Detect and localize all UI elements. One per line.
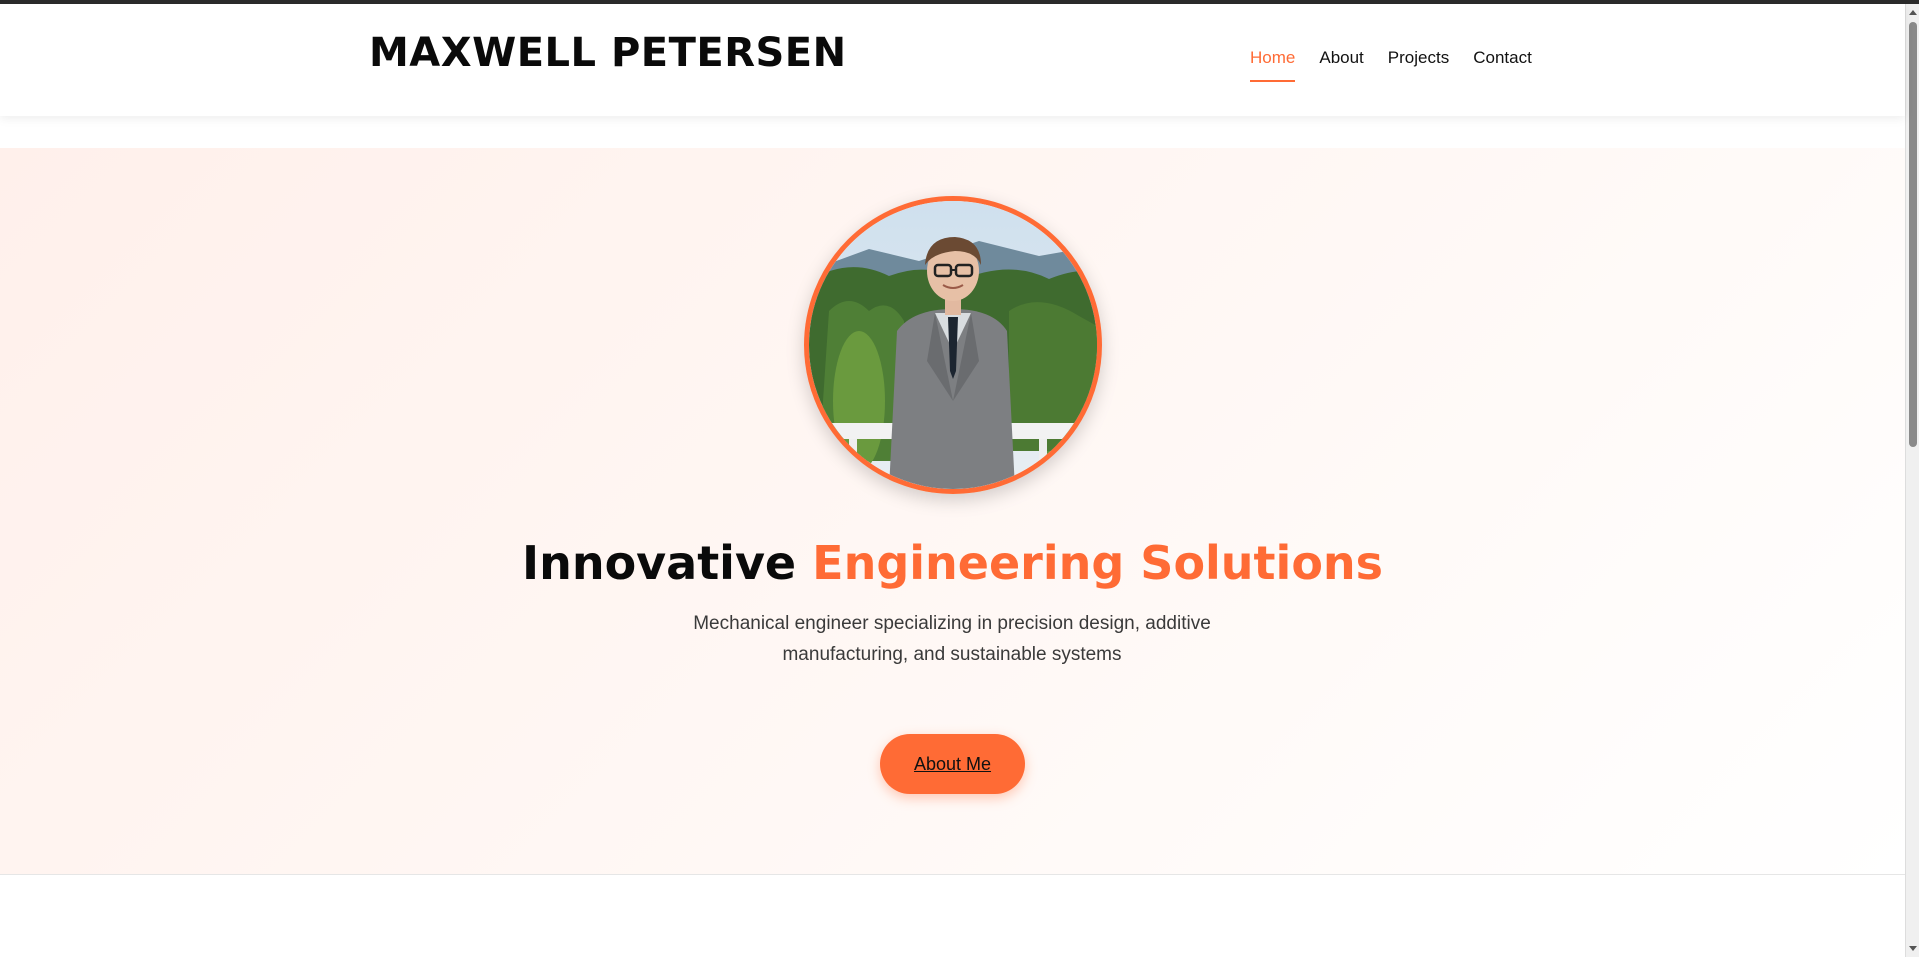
- site-brand[interactable]: MAXWELL PETERSEN: [369, 30, 847, 76]
- hero-title: Innovative Engineering Solutions: [0, 536, 1905, 590]
- scroll-up-icon[interactable]: [1909, 10, 1917, 15]
- nav-home[interactable]: Home: [1250, 48, 1296, 82]
- nav-about[interactable]: About: [1319, 48, 1363, 82]
- hero-section: Innovative Engineering Solutions Mechani…: [0, 148, 1905, 875]
- hero-title-plain: Innovative: [521, 536, 797, 590]
- nav-projects[interactable]: Projects: [1388, 48, 1449, 82]
- nav-contact[interactable]: Contact: [1473, 48, 1532, 82]
- vertical-scrollbar[interactable]: [1905, 4, 1919, 957]
- scroll-down-icon[interactable]: [1909, 946, 1917, 951]
- page: MAXWELL PETERSEN Home About Projects Con…: [0, 0, 1905, 957]
- hero-subtitle: Mechanical engineer specializing in prec…: [693, 613, 1211, 665]
- scrollbar-thumb[interactable]: [1909, 22, 1917, 447]
- main-nav: Home About Projects Contact: [1250, 48, 1532, 82]
- profile-photo-illustration: [809, 201, 1097, 489]
- site-header: MAXWELL PETERSEN Home About Projects Con…: [0, 4, 1905, 116]
- about-me-button[interactable]: About Me: [880, 734, 1025, 794]
- profile-photo: [804, 196, 1102, 494]
- hero-title-accent: Engineering Solutions: [812, 536, 1384, 590]
